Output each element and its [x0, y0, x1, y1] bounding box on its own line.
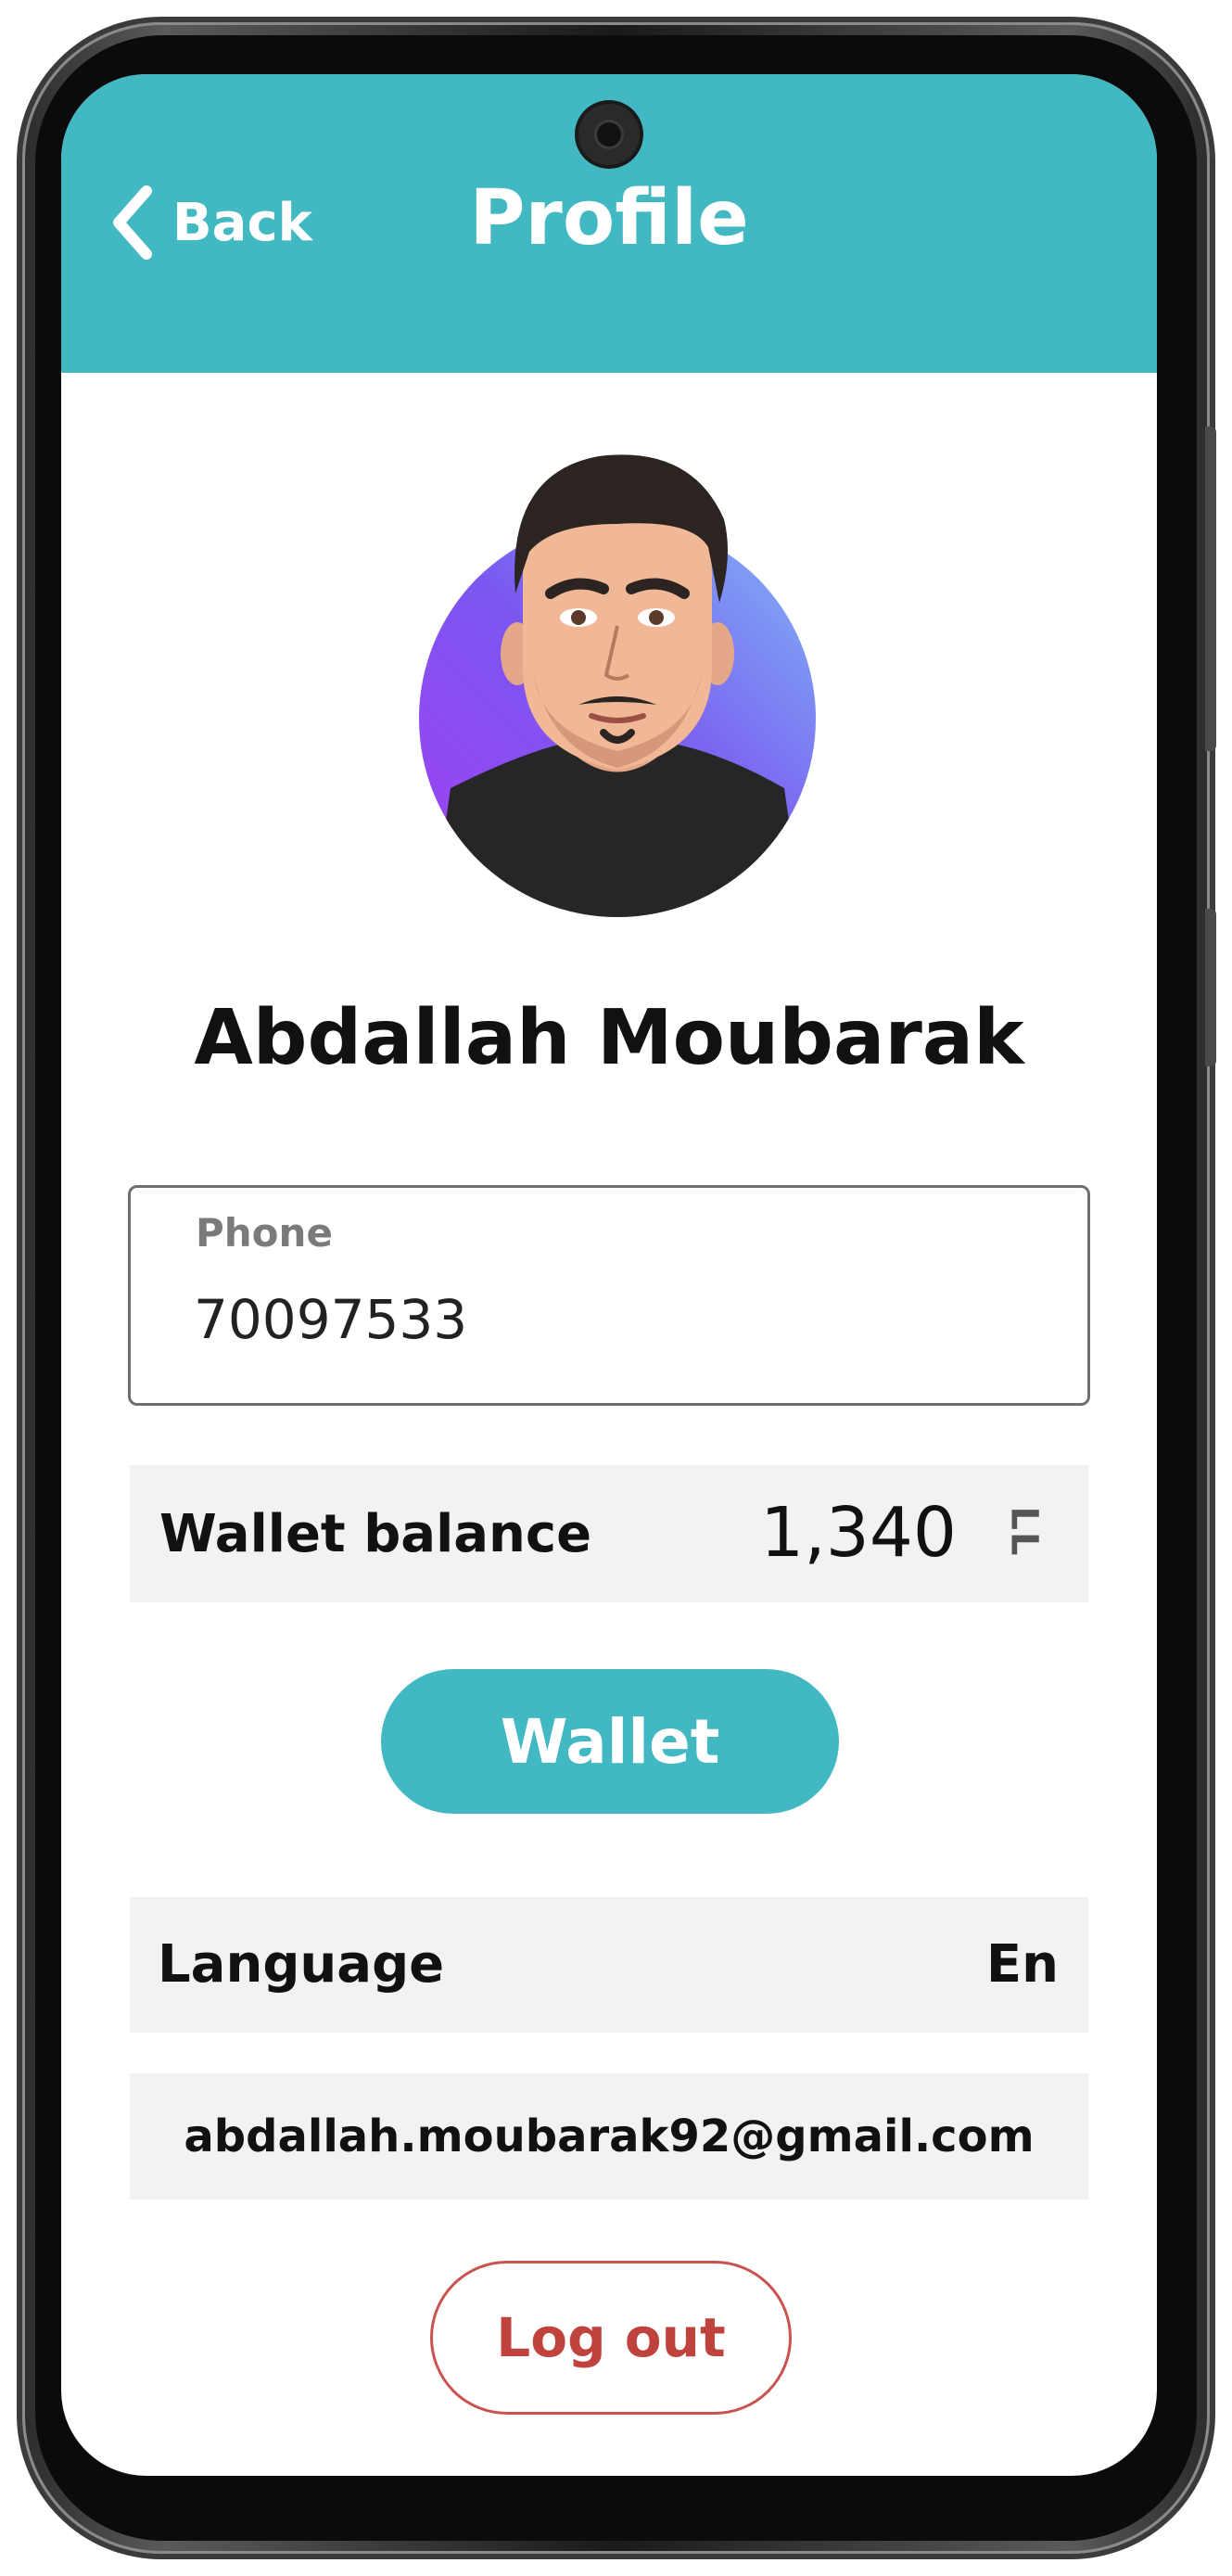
- wallet-currency: LL: [1001, 1506, 1045, 1558]
- wallet-balance-row: Wallet balance 1,340 LL: [130, 1465, 1088, 1602]
- page-title: Profile: [469, 174, 749, 262]
- phone-field-label: Phone: [196, 1210, 333, 1256]
- email-row: abdallah.moubarak92@gmail.com: [130, 2073, 1088, 2200]
- power-button: [1205, 909, 1216, 1066]
- phone-field[interactable]: Phone: [128, 1185, 1090, 1406]
- wallet-button[interactable]: Wallet: [381, 1669, 839, 1814]
- wallet-balance-label: Wallet balance: [159, 1504, 592, 1564]
- email-address: abdallah.moubarak92@gmail.com: [184, 2111, 1035, 2162]
- screen: Back Profile Abdallah Moubarak Phone 700…: [61, 74, 1157, 2476]
- language-value[interactable]: En: [986, 1934, 1059, 1995]
- avatar: [413, 436, 821, 918]
- phone-input[interactable]: [194, 1288, 1010, 1351]
- front-camera: [578, 104, 640, 165]
- wallet-balance-amount: 1,340: [760, 1493, 957, 1573]
- profile-name: Abdallah Moubarak: [194, 994, 1024, 1082]
- currency-icon: LL: [966, 1474, 1081, 1589]
- logout-button[interactable]: Log out: [430, 2261, 792, 2415]
- language-row[interactable]: Language En: [130, 1897, 1088, 2033]
- volume-button: [1205, 427, 1216, 751]
- language-label: Language: [158, 1934, 445, 1995]
